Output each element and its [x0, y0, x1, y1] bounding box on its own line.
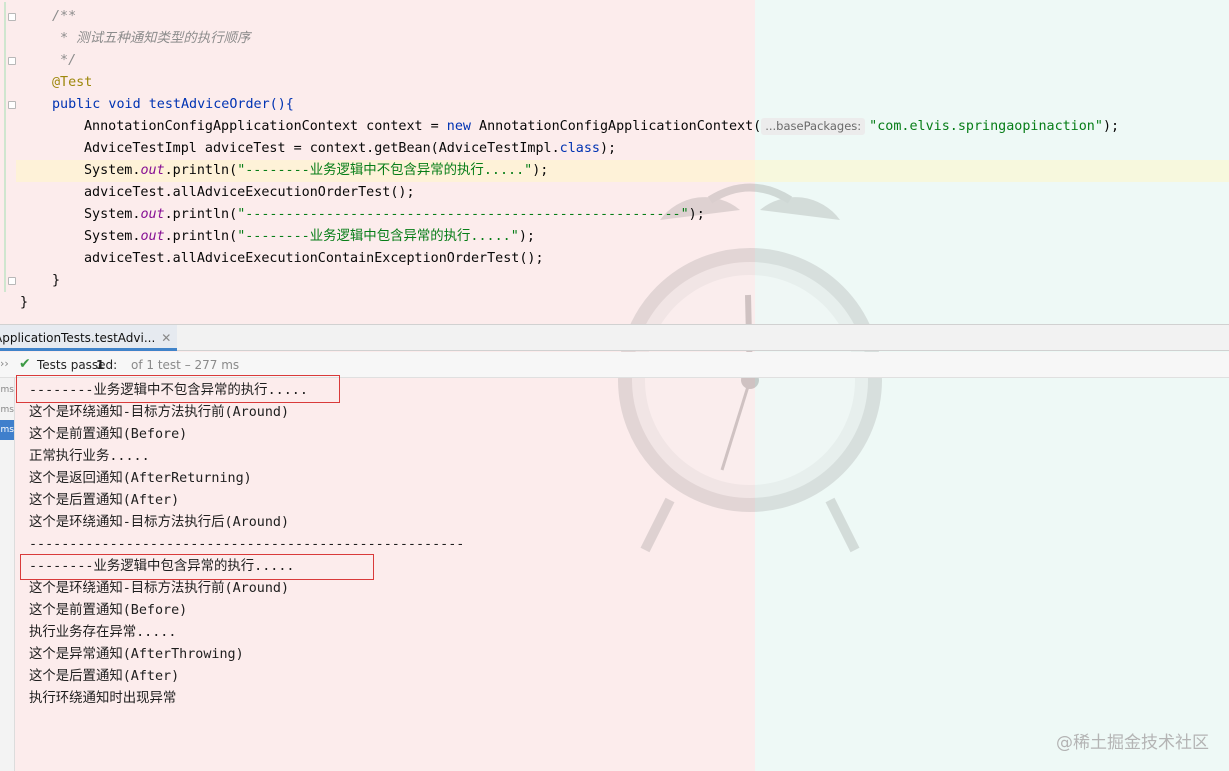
code-line-4[interactable]: @Test — [52, 72, 92, 94]
highlight-box — [20, 554, 374, 580]
console-line: 这个是返回通知(AfterReturning) — [29, 471, 252, 486]
console-line: 这个是环绕通知-目标方法执行前(Around) — [29, 581, 290, 596]
string-literal: "com.elvis.springaopinaction" — [869, 119, 1103, 134]
field-text: out — [140, 207, 165, 222]
keyword-text: new — [446, 119, 471, 134]
code-line-6[interactable]: AnnotationConfigApplicationContext conte… — [84, 116, 1119, 138]
comment-text: /** — [52, 9, 77, 24]
comment-text: */ — [52, 53, 77, 68]
code-text: .println( — [164, 163, 238, 178]
fold-marker-icon[interactable] — [8, 101, 16, 109]
editor-gutter — [0, 0, 16, 324]
code-text: } — [20, 295, 29, 310]
code-text: ); — [599, 141, 617, 156]
code-line-5[interactable]: public void testAdviceOrder(){ — [52, 94, 294, 116]
console-line: 这个是环绕通知-目标方法执行后(Around) — [29, 515, 290, 530]
console-line: 这个是前置通知(Before) — [29, 603, 188, 618]
string-literal: "---------------------------------------… — [237, 207, 689, 222]
field-text: out — [140, 163, 165, 178]
status-count: 1 — [96, 358, 105, 372]
fold-marker-icon[interactable] — [8, 57, 16, 65]
code-line-11[interactable]: System.out.println("--------业务逻辑中包含异常的执行… — [84, 226, 535, 248]
keyword-text: class — [559, 141, 600, 156]
console-line: 这个是前置通知(Before) — [29, 427, 188, 442]
test-tree-strip: ms ms ms — [0, 378, 15, 771]
fold-marker-icon[interactable] — [8, 13, 16, 21]
console-line: 这个是环绕通知-目标方法执行前(Around) — [29, 405, 290, 420]
annotation-text: @Test — [52, 75, 93, 90]
code-line-8[interactable]: System.out.println("--------业务逻辑中不包含异常的执… — [16, 160, 1229, 182]
comment-text: * 测试五种通知类型的执行顺序 — [52, 31, 251, 46]
console-separator-line: ----------------------------------------… — [29, 537, 465, 552]
code-text: ); — [518, 229, 535, 244]
console-output[interactable]: --------业务逻辑中不包含异常的执行..... 这个是环绕通知-目标方法执… — [16, 375, 1229, 771]
test-tree-item[interactable]: ms — [0, 380, 14, 400]
highlight-box — [16, 375, 340, 403]
test-tree-item-selected[interactable]: ms — [0, 420, 14, 440]
run-tab[interactable]: ApplicationTests.testAdvi... ✕ — [0, 325, 178, 351]
code-text: .println( — [164, 207, 238, 222]
test-tree-item[interactable]: ms — [0, 400, 14, 420]
code-line-7[interactable]: AdviceTestImpl adviceTest = context.getB… — [84, 138, 616, 160]
code-text: AdviceTestImpl adviceTest = context.getB… — [84, 141, 560, 156]
code-text: System. — [84, 163, 141, 178]
code-line-9[interactable]: adviceTest.allAdviceExecutionOrderTest()… — [84, 182, 415, 204]
code-line-10[interactable]: System.out.println("--------------------… — [84, 204, 705, 226]
console-line: 正常执行业务..... — [29, 449, 150, 464]
string-literal: "--------业务逻辑中不包含异常的执行....." — [237, 163, 533, 178]
console-line: 执行业务存在异常..... — [29, 625, 177, 640]
console-line: 这个是后置通知(After) — [29, 493, 180, 508]
code-text: adviceTest.allAdviceExecutionContainExce… — [84, 251, 544, 266]
close-icon[interactable]: ✕ — [161, 331, 171, 345]
chevron-double-right-icon[interactable]: ›› — [0, 357, 9, 370]
code-line-1[interactable]: /** — [52, 6, 76, 28]
change-marker-bar — [4, 2, 6, 292]
watermark-text: @稀土掘金技术社区 — [1056, 733, 1209, 753]
field-text: out — [140, 229, 165, 244]
run-tab-label: ApplicationTests.testAdvi... — [0, 331, 156, 345]
code-line-2[interactable]: * 测试五种通知类型的执行顺序 — [52, 28, 250, 50]
code-text: AnnotationConfigApplicationContext( — [470, 119, 762, 134]
code-text: .println( — [164, 229, 238, 244]
string-literal: "--------业务逻辑中包含异常的执行....." — [237, 229, 519, 244]
check-icon: ✔ — [19, 356, 31, 372]
code-line-12[interactable]: adviceTest.allAdviceExecutionContainExce… — [84, 248, 544, 270]
code-text: System. — [84, 229, 141, 244]
code-text: AnnotationConfigApplicationContext conte… — [84, 119, 447, 134]
code-text: adviceTest.allAdviceExecutionOrderTest()… — [84, 185, 415, 200]
console-line: 这个是异常通知(AfterThrowing) — [29, 647, 244, 662]
code-text: System. — [84, 207, 141, 222]
console-line: 这个是后置通知(After) — [29, 669, 180, 684]
code-line-3[interactable]: */ — [52, 50, 76, 72]
run-tab-bar: ApplicationTests.testAdvi... ✕ — [0, 324, 1229, 351]
status-detail: of 1 test – 277 ms — [131, 358, 240, 372]
method-signature: public void testAdviceOrder(){ — [52, 97, 294, 112]
status-label: Tests passed: — [37, 358, 118, 372]
code-text: ); — [1102, 119, 1120, 134]
code-editor[interactable]: /** * 测试五种通知类型的执行顺序 */ @Test public void… — [0, 0, 1229, 324]
code-text: } — [52, 273, 61, 288]
code-line-14[interactable]: } — [20, 292, 28, 314]
parameter-hint: ...basePackages: — [761, 118, 866, 135]
console-line: 执行环绕通知时出现异常 — [29, 691, 177, 706]
code-line-13[interactable]: } — [52, 270, 60, 292]
code-text: ); — [688, 207, 705, 222]
code-text: ); — [532, 163, 549, 178]
fold-marker-icon[interactable] — [8, 277, 16, 285]
